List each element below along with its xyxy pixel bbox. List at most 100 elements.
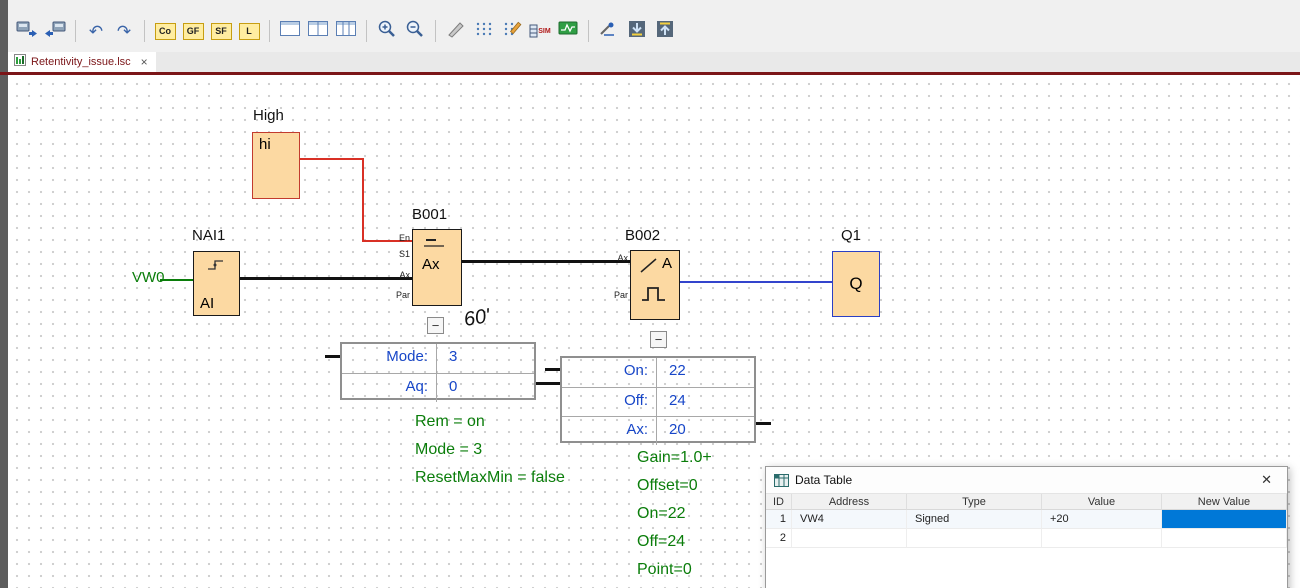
zoom-out-button[interactable] <box>402 18 428 44</box>
tab-close-icon[interactable]: × <box>139 55 150 69</box>
minus-icon: − <box>432 319 440 332</box>
tab-retentivity[interactable]: Retentivity_issue.lsc × <box>8 52 156 72</box>
labels-icon: L <box>239 23 260 40</box>
toolbar-separator <box>144 20 145 42</box>
special-functions-button[interactable]: SF <box>208 18 234 44</box>
grid-dots-button[interactable] <box>471 18 497 44</box>
b001-block[interactable]: Ax <box>412 229 462 306</box>
move-down-button[interactable] <box>624 18 650 44</box>
b001-pin-s1[interactable]: S1 <box>386 249 410 259</box>
annotation-line: Rem = on <box>415 408 565 436</box>
b002-param-box[interactable]: On: 22 Off: 24 Ax: 20 <box>560 356 756 443</box>
zoom-out-icon <box>405 19 425 44</box>
sim-label: SIM <box>538 28 550 35</box>
hi-block-text: hi <box>259 136 271 153</box>
redo-button[interactable]: ↷ <box>111 18 137 44</box>
param-value[interactable]: 22 <box>657 358 754 387</box>
param-value[interactable]: 20 <box>657 417 754 445</box>
online-test-button[interactable] <box>555 18 581 44</box>
transfer-device-to-pc-icon <box>44 20 66 43</box>
simulation-button[interactable]: SIM <box>527 18 553 44</box>
b002-block[interactable]: A <box>630 250 680 320</box>
data-table-titlebar[interactable]: Data Table ✕ <box>766 467 1287 494</box>
b002-collapse-button[interactable]: − <box>650 331 667 348</box>
b001-block-text: Ax <box>422 256 440 273</box>
column-header-address[interactable]: Address <box>792 494 907 510</box>
data-table-window[interactable]: Data Table ✕ ID Address Type Value New V… <box>765 466 1288 588</box>
ai-block-text: AI <box>200 295 214 312</box>
tab-bar: Retentivity_issue.lsc × <box>8 52 1300 72</box>
b002-annotations: Gain=1.0+ Offset=0 On=22 Off=24 Point=0 <box>637 444 712 584</box>
diagram-canvas[interactable]: High hi NAI1 AI VW0 B001 Ax En S1 Ax Par… <box>8 75 1300 588</box>
b001-pin-en[interactable]: En <box>386 233 410 243</box>
row-new-value-cell[interactable] <box>1162 529 1287 548</box>
data-table-icon <box>774 474 789 487</box>
layout-single-button[interactable] <box>277 18 303 44</box>
row-type-cell[interactable]: Signed <box>907 510 1042 529</box>
layout-three-pane-button[interactable] <box>333 18 359 44</box>
row-address-cell[interactable]: VW4 <box>792 510 907 529</box>
grid-edit-button[interactable] <box>499 18 525 44</box>
param-value[interactable]: 3 <box>437 344 534 373</box>
minus-icon: − <box>655 333 663 346</box>
row-new-value-cell[interactable] <box>1162 510 1287 529</box>
column-header-id[interactable]: ID <box>766 494 792 510</box>
b001-pin-par[interactable]: Par <box>386 290 410 300</box>
annotation-line: Offset=0 <box>637 472 712 500</box>
download-to-device-button[interactable] <box>14 18 40 44</box>
param-row: On: 22 <box>562 358 754 387</box>
toolbar-separator <box>435 20 436 42</box>
data-table-close-icon[interactable]: ✕ <box>1258 472 1275 488</box>
param-value[interactable]: 24 <box>657 388 754 416</box>
move-up-button[interactable] <box>652 18 678 44</box>
ai-block[interactable]: AI <box>193 251 240 316</box>
zoom-in-icon <box>377 19 397 44</box>
column-header-type[interactable]: Type <box>907 494 1042 510</box>
q1-block-text: Q <box>849 274 862 294</box>
b001-param-box[interactable]: Mode: 3 Aq: 0 <box>340 342 536 400</box>
row-address-cell[interactable] <box>792 529 907 548</box>
online-test-icon <box>558 21 578 42</box>
analog-input-icon <box>206 257 226 276</box>
column-header-value[interactable]: Value <box>1042 494 1162 510</box>
upload-from-device-button[interactable] <box>42 18 68 44</box>
probe-button[interactable] <box>596 18 622 44</box>
basic-functions-button[interactable]: GF <box>180 18 206 44</box>
data-table-title: Data Table <box>795 473 1258 487</box>
labels-button[interactable]: L <box>236 18 262 44</box>
param-value[interactable]: 0 <box>437 374 534 402</box>
table-row[interactable]: 2 <box>766 529 1287 548</box>
grid-dots-icon <box>474 19 494 44</box>
b001-collapse-button[interactable]: − <box>427 317 444 334</box>
constants-icon: Co <box>155 23 176 40</box>
zoom-in-button[interactable] <box>374 18 400 44</box>
grid-edit-icon <box>502 19 522 44</box>
undo-button[interactable]: ↶ <box>83 18 109 44</box>
max-min-symbol-icon <box>422 236 450 254</box>
data-table-header: ID Address Type Value New Value <box>766 494 1287 510</box>
row-value-cell <box>1042 529 1162 548</box>
tab-title: Retentivity_issue.lsc <box>31 56 131 68</box>
wire-b002-to-q1[interactable] <box>680 281 832 283</box>
wire-hi-horizontal <box>300 158 364 160</box>
line-tool-button[interactable] <box>443 18 469 44</box>
b002-pin-ax[interactable]: Ax <box>602 253 628 263</box>
layout-two-pane-button[interactable] <box>305 18 331 44</box>
cursor-note-glyph: 60' <box>462 305 492 332</box>
column-header-new-value[interactable]: New Value <box>1162 494 1287 510</box>
line-tool-icon <box>446 19 466 44</box>
redo-icon: ↷ <box>117 23 131 40</box>
hi-block[interactable]: hi <box>252 132 300 199</box>
table-row[interactable]: 1 VW4 Signed +20 <box>766 510 1287 529</box>
two-pane-icon <box>308 21 328 41</box>
toolbar-buttons: ↶ ↷ Co GF SF L <box>14 17 678 45</box>
param-row: Ax: 20 <box>562 416 754 445</box>
b001-pin-ax[interactable]: Ax <box>386 270 410 280</box>
row-type-cell[interactable] <box>907 529 1042 548</box>
param-label: Off: <box>562 388 657 416</box>
constants-button[interactable]: Co <box>152 18 178 44</box>
b002-pin-par[interactable]: Par <box>602 290 628 300</box>
b002-block-name: B002 <box>625 227 660 244</box>
q1-block[interactable]: Q <box>832 251 880 317</box>
main-toolbar: ↶ ↷ Co GF SF L <box>8 0 1300 52</box>
